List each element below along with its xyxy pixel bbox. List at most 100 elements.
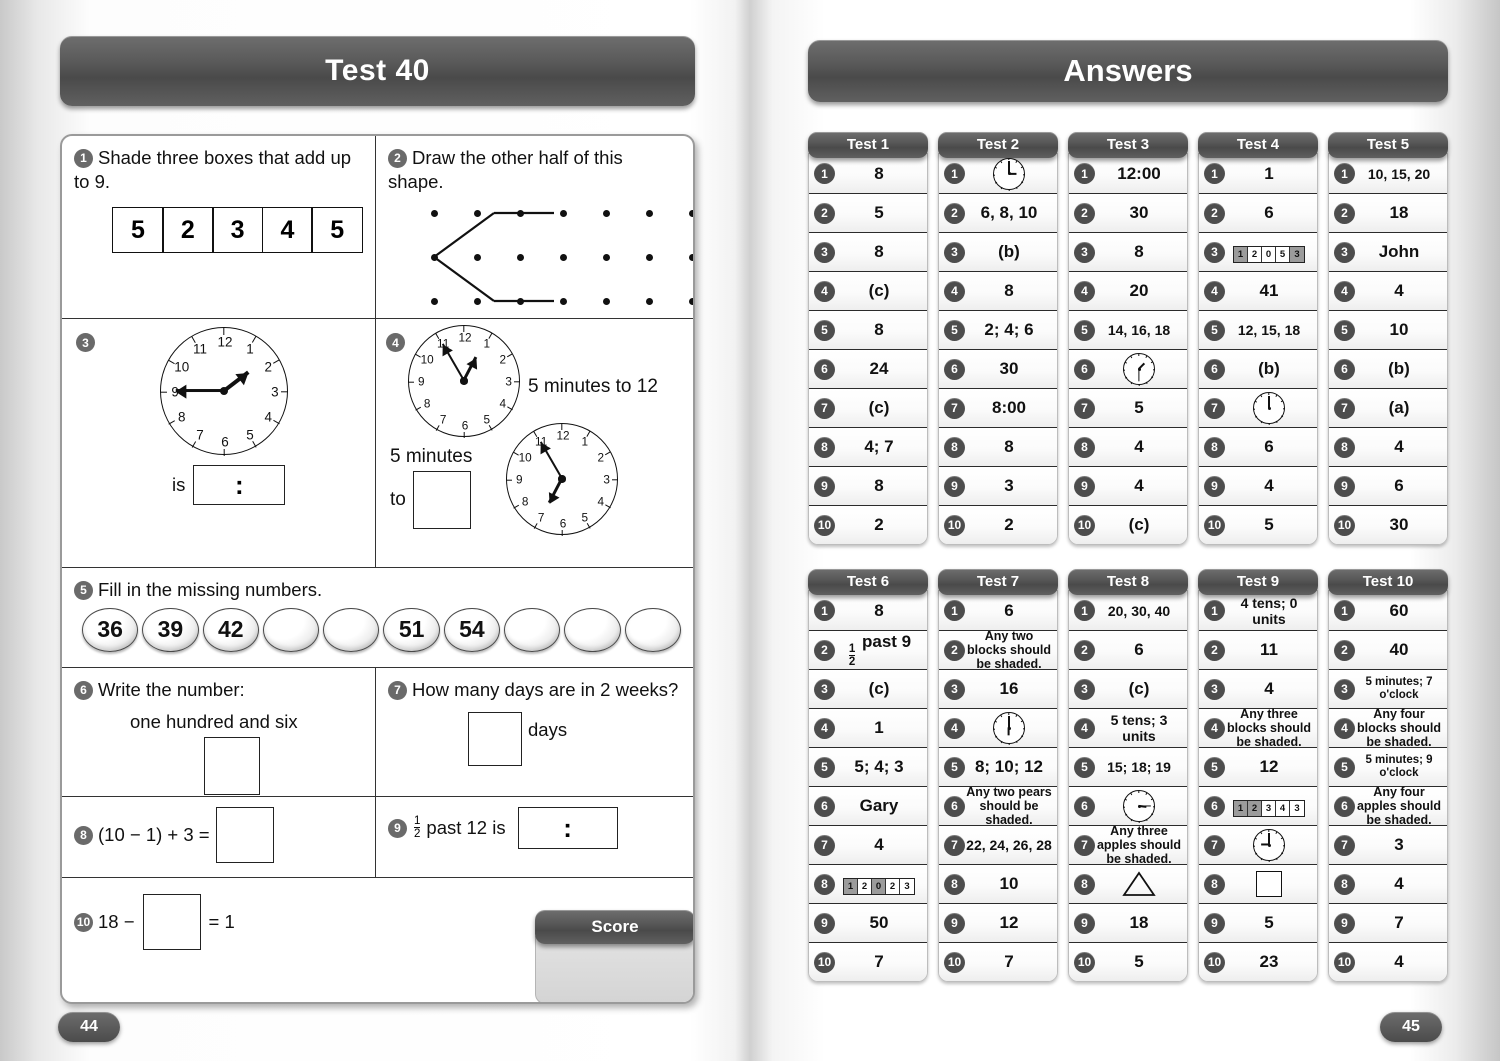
answer-value: 10, 15, 20: [1367, 165, 1431, 182]
clock-tick: [561, 529, 563, 536]
test-questions-card: 1 Shade three boxes that add up to 9. 523…: [60, 134, 695, 1004]
clock-tick: [1008, 743, 1010, 745]
answer-number-badge: 8: [1334, 873, 1355, 895]
answer-column: Test 2 1 2 6, 8, 10 3 (b) 4 8 5 2; 4; 6 6 30 7 8:00 8 8…: [938, 132, 1058, 545]
answer-value: 5 minutes; 9 o'clock: [1365, 754, 1433, 779]
question-5-number-balls[interactable]: 36 39 42 51 54: [82, 607, 681, 652]
question-1-number-boxes[interactable]: 52345: [112, 207, 363, 254]
clock-center-pin: [460, 377, 468, 385]
question-9-answer-box[interactable]: :: [517, 807, 618, 849]
answer-number-badge: 3: [1074, 241, 1095, 263]
clock-tick: [1015, 714, 1018, 718]
answer-number-badge: 5: [814, 319, 835, 341]
number-ball-blank[interactable]: [624, 607, 681, 652]
number-ball[interactable]: 36: [82, 607, 139, 652]
clock-tick: [611, 479, 618, 481]
answer-number-badge: 8: [944, 873, 965, 895]
question-6-answer-box[interactable]: [204, 737, 260, 796]
answer-row: 2 30: [1069, 193, 1187, 232]
clock-tick: [1138, 384, 1140, 386]
clock-center-pin: [1267, 406, 1271, 410]
question-10-answer-box[interactable]: [142, 894, 201, 950]
answer-row: 4 41: [1199, 271, 1317, 310]
question-6-text-line: 6 Write the number:: [74, 678, 363, 702]
clock-tick: [506, 479, 513, 481]
answer-column: Test 618212 past 9 3 (c) 4 1 5 5; 4; 3 6 Gary 7 4 8…: [808, 569, 928, 982]
clock-tick: [1015, 186, 1018, 189]
shade-box[interactable]: 2: [162, 207, 214, 254]
grid-dot[interactable]: [689, 254, 693, 262]
answer-value: 4: [874, 835, 884, 854]
question-7-text-line: 7 How many days are in 2 weeks?: [388, 678, 681, 702]
answer-number-badge: 9: [1204, 912, 1225, 934]
number-ball[interactable]: 39: [142, 607, 199, 652]
clock-numeral: 12: [217, 334, 233, 350]
clock-tick: [1020, 165, 1024, 168]
number-ball-blank[interactable]: [504, 607, 561, 652]
number-ball[interactable]: 42: [202, 607, 259, 652]
grid-dot[interactable]: [689, 298, 693, 306]
clock-tick: [1138, 354, 1140, 356]
number-ball-blank[interactable]: [564, 607, 621, 652]
place-value-cell: 1: [1234, 246, 1248, 262]
question-2-prompt: Draw the other half of this shape.: [388, 147, 623, 192]
place-value-strip: 12023: [843, 877, 915, 895]
question-3: 3 121234567891011 is :: [62, 319, 376, 567]
number-ball[interactable]: 54: [443, 607, 501, 652]
question-7-answer-box[interactable]: [468, 711, 522, 766]
answer-row: 3 (c): [1069, 669, 1187, 708]
question-2-dot-grid[interactable]: [406, 203, 693, 311]
question-1-prompt: Shade three boxes that add up to 9.: [74, 147, 352, 192]
answer-row: 5 15; 18; 19: [1069, 747, 1187, 786]
question-row-4: 6 Write the number: one hundred and six 7…: [62, 668, 693, 797]
question-4-label-b2: to: [390, 488, 406, 510]
clock-tick: [993, 173, 995, 176]
answer-number-badge: 10: [1334, 951, 1355, 973]
question-9-prompt: past 12 is: [426, 817, 506, 839]
answer-number-badge: 8: [814, 873, 835, 895]
answer-row: 4 Any four blocks should be shaded.: [1329, 707, 1447, 749]
answer-number-badge: 7: [1204, 834, 1225, 856]
question-4-answer-box[interactable]: [412, 471, 471, 529]
clock-tick: [994, 735, 998, 738]
answer-column-header: Test 6: [808, 569, 928, 595]
answer-number-badge: 4: [1074, 717, 1095, 739]
shade-box[interactable]: 3: [211, 207, 264, 254]
shade-box[interactable]: 5: [311, 207, 363, 254]
answer-row: 26: [1069, 630, 1187, 669]
clock-numeral: 7: [439, 413, 447, 427]
answer-number-badge: 7: [944, 397, 965, 419]
shade-box[interactable]: 5: [112, 207, 164, 254]
answers-title: Answers: [808, 40, 1448, 102]
clock-center-pin: [1137, 367, 1141, 371]
answer-number-badge: 6: [944, 358, 965, 380]
question-8-answer-box[interactable]: [215, 807, 274, 863]
clock-tick: [1020, 720, 1024, 723]
number-ball[interactable]: 51: [383, 607, 440, 652]
score-input-area[interactable]: [535, 936, 693, 1002]
clock-numeral: 7: [196, 427, 204, 443]
answer-column-body: 1 8 2 5 3 8 4 (c) 5 8 6 24 7 (c) 8 4; 7 9 8 10 2: [808, 153, 928, 545]
question-9-text-line: 9 1 2 past 12 is :: [388, 807, 681, 849]
question-3-answer-box[interactable]: :: [193, 465, 286, 505]
answer-row: 1: [939, 154, 1057, 193]
question-4-label-b: 5 minutes: [390, 446, 473, 467]
answer-column-body: 1 1 2 6 3 1 2 0 5 3 4 41 5 12, 15, 18 6 (b) 7 8 6 9 4 10 5: [1198, 153, 1318, 545]
clock-tick: [1254, 852, 1258, 855]
answer-value: 2; 4; 6: [984, 320, 1034, 339]
grid-dot[interactable]: [689, 210, 693, 218]
shade-box[interactable]: 4: [261, 207, 314, 254]
clock-tick: [1000, 740, 1003, 744]
clock-tick: [1150, 361, 1154, 364]
number-ball-blank[interactable]: [262, 607, 320, 652]
answer-number-badge: 6: [1334, 795, 1355, 817]
answer-number-badge: 9: [814, 475, 835, 497]
answer-column-header: Test 10: [1328, 569, 1448, 595]
right-page: Answers Test 1 1 8 2 5 3 8 4 (c) 5 8 6 24 7 (c) 8 4; 798…: [808, 40, 1448, 982]
number-ball-blank[interactable]: [323, 607, 380, 652]
clock-numeral: 4: [597, 495, 605, 509]
answer-number-badge: 3: [1074, 678, 1095, 700]
place-value-cell: 2: [886, 878, 900, 894]
answer-value: Any four apples should be shaded.: [1356, 785, 1442, 827]
answer-number-badge: 8: [1074, 436, 1095, 458]
